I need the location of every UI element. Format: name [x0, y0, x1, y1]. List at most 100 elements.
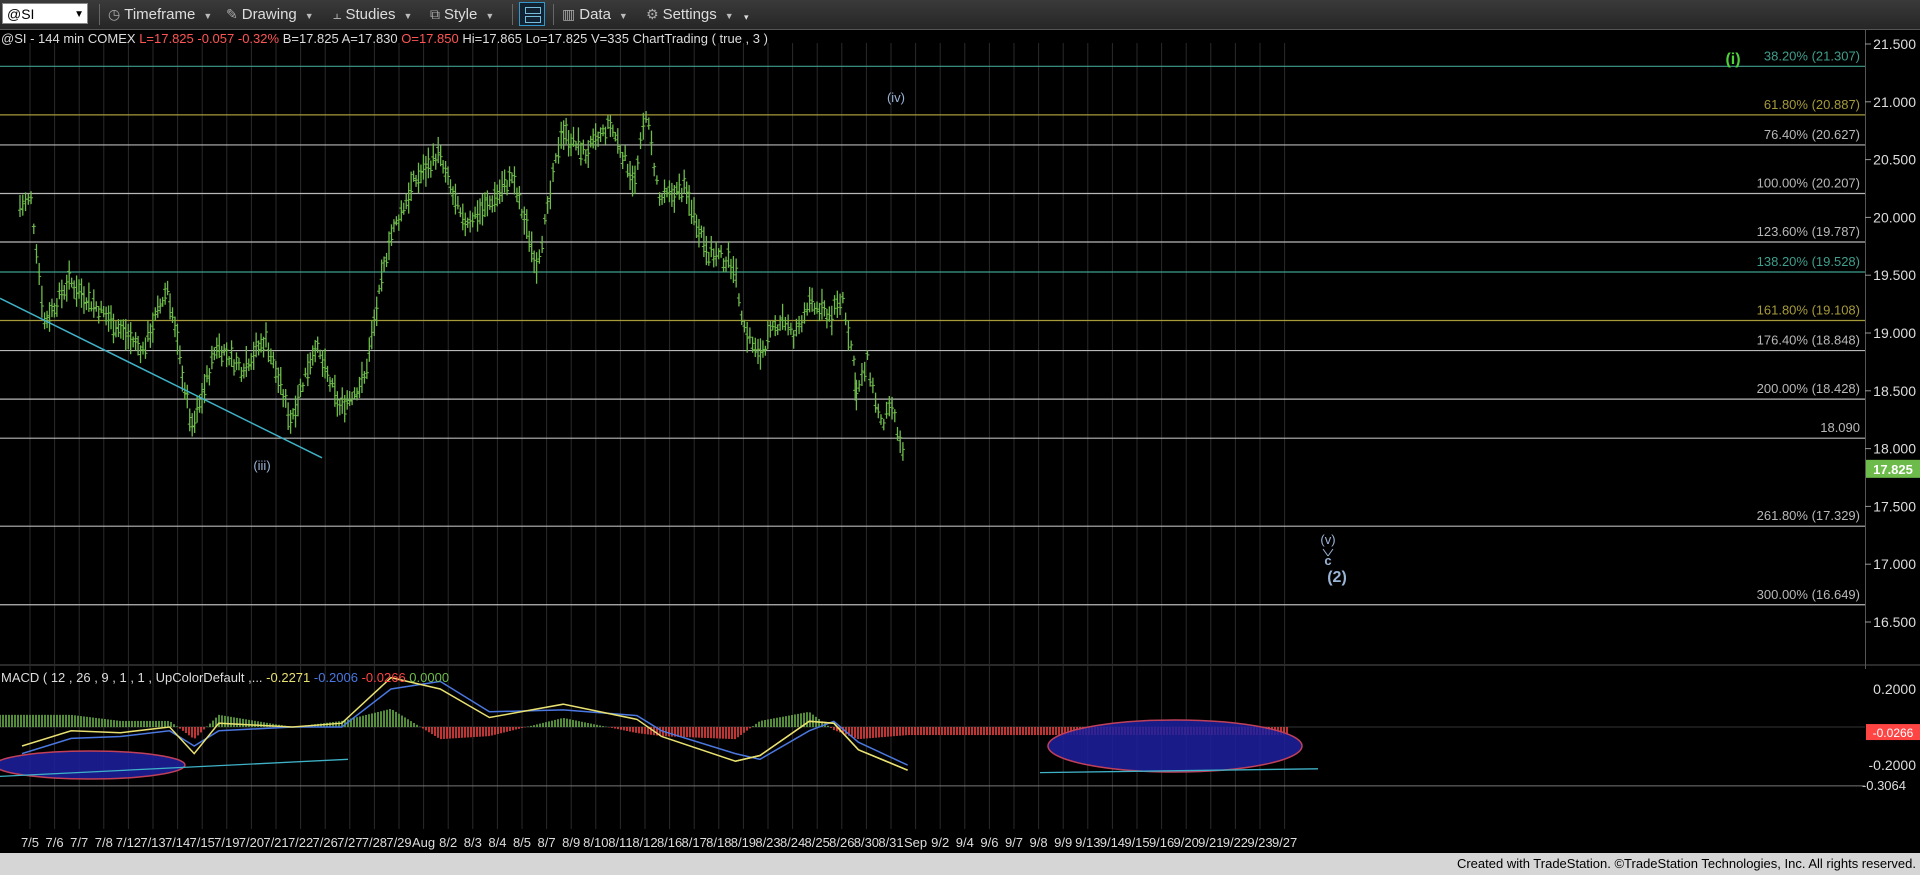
layout-icon[interactable]	[519, 2, 545, 26]
symbol-input[interactable]: @SI ▼	[2, 3, 88, 24]
macd-field: -0.2271	[266, 670, 314, 685]
studies-icon: ⫠	[333, 6, 342, 22]
date-tick-label: 8/11	[608, 835, 632, 850]
wave-label-iii: (iii)	[253, 458, 270, 473]
macd-signal-line	[21, 680, 908, 766]
date-tick-label: 8/16	[657, 835, 682, 850]
macd-field: 0.0000	[409, 670, 449, 685]
date-tick-label: 8/7	[538, 835, 556, 850]
drawing-button[interactable]: ✎ Drawing ▼	[226, 3, 314, 25]
status-field: @SI - 144 min COMEX	[1, 31, 139, 46]
data-button[interactable]: ▥ Data ▼	[562, 3, 628, 25]
price-axis-border	[1865, 29, 1866, 669]
status-field: O=17.850	[401, 31, 462, 46]
data-label: Data	[579, 6, 611, 23]
chevron-down-icon: ▼	[618, 11, 628, 21]
bar-chart-icon: ▥	[562, 6, 576, 22]
macd-field: MACD ( 12 , 26 , 9 , 1 , 1 , UpColorDefa…	[1, 670, 266, 685]
date-tick-label: 9/4	[956, 835, 974, 850]
studies-button[interactable]: ⫠ Studies ▼	[333, 3, 412, 25]
fib-label: 138.20% (19.528)	[1757, 254, 1860, 269]
toolbar: @SI ▼ ◷ Timeframe ▼ ✎ Drawing ▼ ⫠ Studies ▼ ⧉ S…	[0, 0, 1920, 30]
date-tick-label: 7/22	[288, 835, 313, 850]
price-tick-label: 19.000	[1873, 325, 1916, 341]
date-tick-label: 8/3	[464, 835, 482, 850]
date-tick-label: 7/6	[46, 835, 64, 850]
price-tick-label: 20.500	[1873, 152, 1916, 168]
date-tick-label: 8/4	[488, 835, 506, 850]
date-tick-label: 9/20	[1174, 835, 1199, 850]
chart-status-line: @SI - 144 min COMEX L=17.825 -0.057 -0.3…	[1, 31, 768, 46]
date-tick-label: 8/2	[439, 835, 457, 850]
date-tick-label: 9/14	[1100, 835, 1125, 850]
macd-current-label: -0.0266	[1873, 726, 1914, 740]
price-bars	[18, 111, 905, 461]
date-tick-label: 9/16	[1149, 835, 1174, 850]
date-tick-label: 8/10	[583, 835, 608, 850]
date-tick-label: 9/9	[1054, 835, 1072, 850]
toolbar-divider	[99, 4, 100, 25]
chevron-down-icon: ▼	[304, 11, 314, 21]
toolbar-divider	[512, 4, 513, 25]
clock-icon: ◷	[108, 6, 121, 22]
date-tick-label: 7/19	[214, 835, 239, 850]
macd-low-label: -0.3064	[1862, 778, 1906, 793]
macd-tick-label: 0.2000	[1873, 681, 1916, 697]
macd-panel: MACD ( 12 , 26 , 9 , 1 , 1 , UpColorDefa…	[0, 670, 1865, 787]
chevron-down-icon[interactable]: ▼	[74, 4, 84, 25]
macd-status-line: MACD ( 12 , 26 , 9 , 1 , 1 , UpColorDefa…	[1, 670, 449, 685]
price-chart[interactable]: 38.20% (21.307) 61.80% (20.887) 76.40% (20…	[0, 29, 1920, 853]
copyright-text: Created with TradeStation. ©TradeStation…	[1456, 856, 1916, 871]
status-field: L=17.825	[139, 31, 197, 46]
date-tick-label: 8/31	[878, 835, 903, 850]
drawing-label: Drawing	[241, 6, 297, 23]
price-tick-label: 21.500	[1873, 36, 1916, 52]
symbol-value: @SI	[7, 6, 35, 22]
date-tick-label: 8/18	[706, 835, 731, 850]
price-tick-label: 19.500	[1873, 267, 1916, 283]
date-tick-label: 8/23	[755, 835, 780, 850]
date-tick-label: 9/7	[1005, 835, 1023, 850]
fib-label: 61.80% (20.887)	[1764, 97, 1860, 112]
chevron-down-icon: ▼	[724, 11, 734, 21]
footer: Created with TradeStation. ©TradeStation…	[0, 853, 1920, 875]
settings-label: Settings	[662, 6, 717, 23]
current-price-label: 17.825	[1873, 462, 1913, 477]
price-tick-label: 20.000	[1873, 209, 1916, 225]
wave-label-2: (2)	[1327, 569, 1347, 586]
macd-field: -0.2006	[314, 670, 362, 685]
date-tick-label: 7/20	[239, 835, 264, 850]
price-tick-label: 21.000	[1873, 94, 1916, 110]
price-tick-label: 18.500	[1873, 383, 1916, 399]
fib-label: 18.090	[1820, 420, 1860, 435]
status-field: V=335	[591, 31, 633, 46]
status-field: B=17.825	[283, 31, 342, 46]
date-tick-label: 9/21	[1198, 835, 1223, 850]
timeframe-button[interactable]: ◷ Timeframe ▼	[108, 3, 212, 25]
fib-label: 200.00% (18.428)	[1757, 381, 1860, 396]
status-field: ChartTrading ( true , 3 )	[633, 31, 768, 46]
date-tick-label: 8/12	[632, 835, 657, 850]
date-tick-label: 8/5	[513, 835, 531, 850]
date-tick-label: 8/17	[682, 835, 707, 850]
date-axis[interactable]: 7/5 7/6 7/7 7/8 7/12 7/13 7/14 7/15 7/19 7/20 7/21…	[21, 835, 1297, 850]
chevron-down-icon: ▼	[485, 11, 495, 21]
date-tick-label: 7/29	[386, 835, 411, 850]
settings-button[interactable]: ⚙ Settings ▼	[646, 3, 734, 25]
wave-label-i: (i)	[1725, 51, 1740, 68]
date-tick-label: 7/26	[313, 835, 338, 850]
fib-label: 261.80% (17.329)	[1757, 508, 1860, 523]
style-label: Style	[444, 6, 478, 23]
date-tick-label: 9/23	[1247, 835, 1272, 850]
wave-label-v: (v)	[1320, 532, 1335, 547]
toolbar-overflow-icon[interactable]: ▾	[744, 6, 749, 28]
price-tick-label: 17.000	[1873, 556, 1916, 572]
style-button[interactable]: ⧉ Style ▼	[430, 3, 494, 25]
status-field: -0.057	[197, 31, 237, 46]
price-tick-label: 16.500	[1873, 614, 1916, 630]
fib-label: 76.40% (20.627)	[1764, 127, 1860, 142]
date-tick-label: 7/13	[140, 835, 165, 850]
status-field: Lo=17.825	[526, 31, 591, 46]
studies-label: Studies	[345, 6, 396, 23]
price-axis[interactable]: 21.500 21.000 20.500 20.000 19.500 19.000 18.5…	[1862, 29, 1920, 793]
